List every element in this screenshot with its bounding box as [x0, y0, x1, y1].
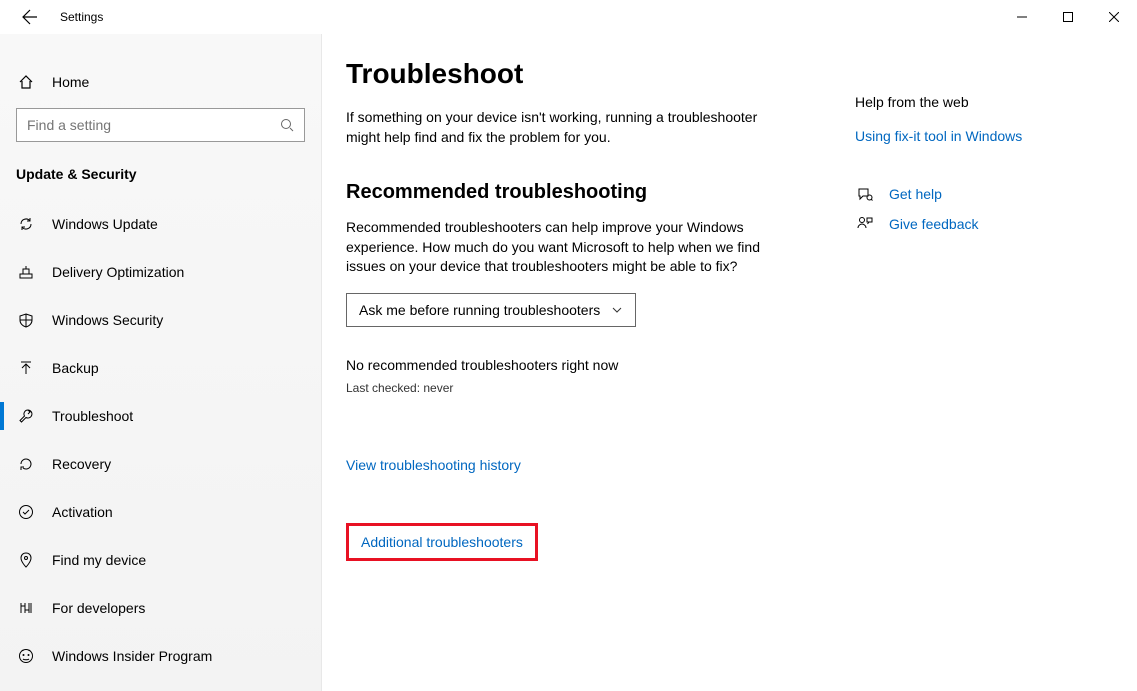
help-icon — [855, 186, 875, 202]
sidebar-item-delivery-optimization[interactable]: Delivery Optimization — [0, 248, 321, 296]
minimize-button[interactable] — [999, 1, 1045, 33]
backup-icon — [16, 360, 36, 376]
give-feedback-link[interactable]: Give feedback — [855, 216, 1101, 232]
home-icon — [16, 74, 36, 90]
aside-web-link[interactable]: Using fix-it tool in Windows — [855, 128, 1101, 144]
chevron-down-icon — [611, 304, 623, 316]
sidebar-item-label: Recovery — [52, 456, 111, 472]
sidebar-item-label: Delivery Optimization — [52, 264, 184, 280]
sidebar-item-windows-update[interactable]: Windows Update — [0, 200, 321, 248]
delivery-icon — [16, 264, 36, 280]
section-title: Recommended troubleshooting — [346, 181, 835, 204]
recovery-icon — [16, 456, 36, 472]
wrench-icon — [16, 408, 36, 424]
sidebar-item-label: Find my device — [52, 552, 146, 568]
page-title: Troubleshoot — [346, 58, 835, 90]
sidebar-item-recovery[interactable]: Recovery — [0, 440, 321, 488]
minimize-icon — [1017, 12, 1027, 22]
sidebar-item-activation[interactable]: Activation — [0, 488, 321, 536]
back-button[interactable] — [18, 5, 42, 29]
search-icon — [280, 118, 294, 132]
shield-icon — [16, 312, 36, 328]
content-main: Troubleshoot If something on your device… — [346, 58, 835, 667]
sidebar-item-label: Windows Update — [52, 216, 158, 232]
status-sub: Last checked: never — [346, 381, 835, 395]
arrow-left-icon — [22, 9, 38, 25]
search-input[interactable] — [27, 117, 280, 133]
sidebar-item-label: For developers — [52, 600, 145, 616]
sidebar-item-label: Windows Security — [52, 312, 163, 328]
additional-troubleshooters-highlight: Additional troubleshooters — [346, 523, 538, 561]
home-button[interactable]: Home — [0, 62, 321, 102]
sidebar-item-label: Activation — [52, 504, 113, 520]
sidebar-item-for-developers[interactable]: For developers — [0, 584, 321, 632]
feedback-icon — [855, 216, 875, 232]
close-button[interactable] — [1091, 1, 1137, 33]
sidebar-item-label: Troubleshoot — [52, 408, 133, 424]
insider-icon — [16, 648, 36, 664]
sidebar: Home Update & Security Windows Update De… — [0, 34, 322, 691]
sidebar-item-backup[interactable]: Backup — [0, 344, 321, 392]
additional-troubleshooters-link[interactable]: Additional troubleshooters — [361, 534, 523, 550]
sidebar-item-windows-insider[interactable]: Windows Insider Program — [0, 632, 321, 680]
sidebar-item-troubleshoot[interactable]: Troubleshoot — [0, 392, 321, 440]
sidebar-item-find-my-device[interactable]: Find my device — [0, 536, 321, 584]
developers-icon — [16, 600, 36, 616]
sidebar-category: Update & Security — [0, 158, 321, 200]
maximize-icon — [1063, 12, 1073, 22]
get-help-link[interactable]: Get help — [855, 186, 1101, 202]
troubleshoot-preference-dropdown[interactable]: Ask me before running troubleshooters — [346, 293, 636, 327]
sync-icon — [16, 216, 36, 232]
give-feedback-label: Give feedback — [889, 216, 979, 232]
aside-heading: Help from the web — [855, 94, 1101, 110]
sidebar-item-label: Backup — [52, 360, 99, 376]
history-link[interactable]: View troubleshooting history — [346, 457, 521, 473]
location-icon — [16, 552, 36, 568]
sidebar-item-windows-security[interactable]: Windows Security — [0, 296, 321, 344]
page-intro: If something on your device isn't workin… — [346, 108, 776, 147]
get-help-label: Get help — [889, 186, 942, 202]
home-label: Home — [52, 74, 89, 90]
dropdown-value: Ask me before running troubleshooters — [359, 302, 600, 318]
search-box[interactable] — [16, 108, 305, 142]
check-circle-icon — [16, 504, 36, 520]
status-text: No recommended troubleshooters right now — [346, 357, 835, 373]
sidebar-item-label: Windows Insider Program — [52, 648, 212, 664]
section-desc: Recommended troubleshooters can help imp… — [346, 218, 776, 277]
close-icon — [1109, 12, 1119, 22]
window-title: Settings — [60, 10, 103, 24]
maximize-button[interactable] — [1045, 1, 1091, 33]
content-aside: Help from the web Using fix-it tool in W… — [855, 58, 1101, 667]
